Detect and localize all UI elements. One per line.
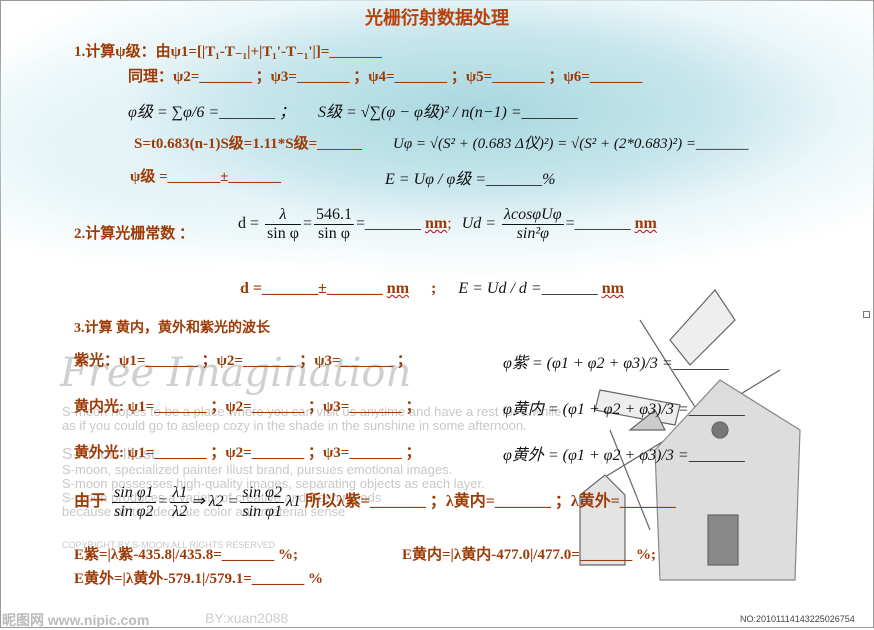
resize-handle[interactable] [863,311,870,318]
yellow-inner-row: 黄内光: ψ1=_______ ；ψ2=_______ ；ψ3=_______ … [74,399,421,415]
step1-u-phi: Uφ = √(S² + (0.683 Δ仪)²) = √(S² + (2*0.6… [393,136,749,152]
frac-num: λ1 [170,484,190,503]
unit-nm: nm [634,215,657,233]
watermark-number: NO:20101114143225026754 [740,614,855,624]
separator: ; [431,280,437,297]
since-label: 由于 [74,493,107,511]
ud-denominator: sin²φ [516,225,549,242]
frac-den: λ2 [172,503,188,520]
watermark-line: as if you could go to asleep cozy in the… [62,418,527,433]
d-blank: =_______ [355,215,421,233]
unit-nm: nm [425,215,448,233]
yellow-inner-mean: φ黄内 = (φ1 + φ2 + φ3)/3 =_______ [503,401,745,418]
step1-s: S=t0.683(n-1)S级=1.11*S级=______ [134,136,363,152]
yellow-inner-error: E黄内=|λ黄内-477.0|/477.0=_______ %; [402,547,656,563]
page-title: 光栅衍射数据处理 [365,8,509,29]
step2-d-result: d =_______±_______ nm ; E = Ud / d =____… [240,280,624,298]
step3-label: 3.计算 黄内，黄外和紫光的波长 [74,321,270,336]
frac-num: sin φ2 [240,484,284,503]
wavelength-derivation: 由于 sin φ1 sin φ2 = λ1 λ2 ⇒ λ2 = sin φ2 sin φ1 λ1… [74,484,676,520]
ud-numerator: λcosφUφ [502,206,564,225]
d-error: E = Ud / d =_______ [458,280,598,297]
yellow-outer-mean: φ黄外 = (φ1 + φ2 + φ3)/3 =_______ [503,447,745,464]
step2-d-formula: d = λ sin φ = 546.1 sin φ =_______ nm; Ud = λ… [238,206,657,242]
step1-psi2-6: 同理：ψ2=_______ ；ψ3=_______ ；ψ4=_______ ；ψ… [128,69,643,85]
step1-error: E = Uφ / φ级 =_______% [385,171,556,188]
frac-num: sin φ1 [112,484,156,503]
separator: ; [447,215,452,233]
frac-den: sin φ1 [242,503,282,520]
violet-mean: φ紫 = (φ1 + φ2 + φ3)/3 =_______ [503,355,729,372]
lambda1: λ1 [285,493,301,511]
violet-row: 紫光：ψ1=_______ ；ψ2=_______ ；ψ3=_______ ； [74,353,412,369]
lambda: λ [265,206,301,225]
violet-error: E紫=|λ紫-435.8|/435.8=_______ %; [74,547,298,563]
yellow-outer-error: E黄外=|λ黄外-579.1|/579.1=_______ % [74,571,323,587]
wavelength-results: 所以λ紫=_______ ；λ黄内=_______ ；λ黄外=_______ [304,493,676,511]
step1-s-grade: S级 = √∑(φ − φ级)² / n(n−1) =_______ [318,104,578,121]
sin-phi: sin φ [267,225,299,242]
ud-lhs: Ud = [461,215,497,233]
yellow-outer-row: 黄外光: ψ1=_______ ；ψ2=_______ ；ψ3=_______ … [74,445,421,461]
lambda-value: 546.1 [313,206,354,225]
watermark-line: S-moon, specialized painter Illust brand… [62,462,453,477]
step1-psi-result: ψ级 =_______±_______ [130,169,281,185]
sin-phi: sin φ [318,225,350,242]
step2-label: 2.计算光栅常数 ： [74,226,195,242]
d-lhs: d = [238,215,260,233]
unit-nm: nm [386,280,410,297]
implies: ⇒ λ2 = [191,493,239,511]
step1-psi1: 1.计算ψ级：由ψ1=[|T₁-T₋₁|+|T₁'-T₋₁'|]=_______ [74,44,382,60]
frac-den: sin φ2 [114,503,154,520]
ud-blank: =_______ [565,215,631,233]
watermark-site: 昵图网 www.nipic.com [2,612,150,628]
unit-nm: nm [601,280,624,297]
d-result: d =_______±_______ [240,280,383,297]
watermark-author: BY:xuan2088 [205,610,289,626]
step1-mean-phi: φ级 = ∑φ/6 =_______ ； [128,104,296,121]
